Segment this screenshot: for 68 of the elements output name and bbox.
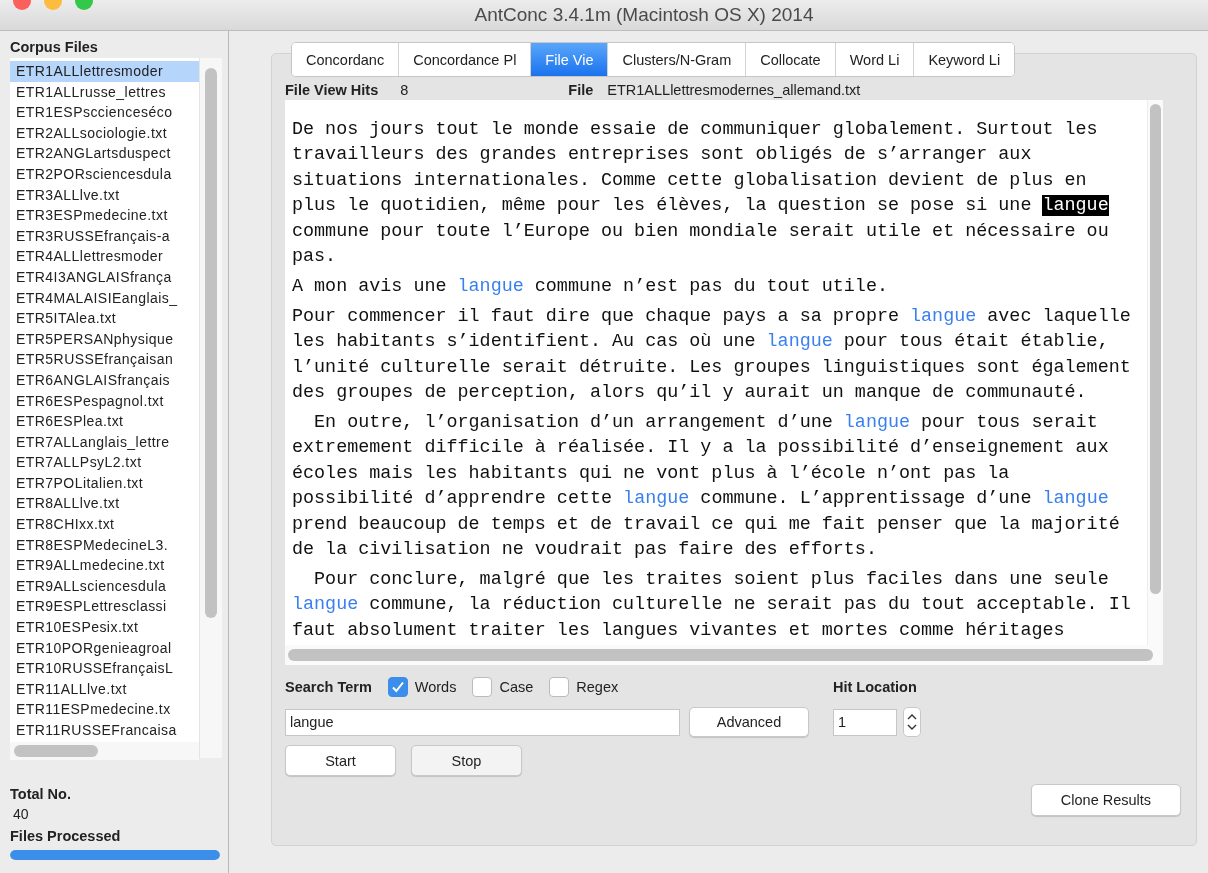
file-list-item[interactable]: ETR3ALLlve.txt (10, 184, 199, 206)
files-processed-label: Files Processed (10, 828, 122, 844)
hits-count: 8 (400, 82, 409, 98)
file-label: File (568, 82, 594, 98)
file-list-item[interactable]: ETR8ALLlve.txt (10, 493, 199, 515)
file-list-item[interactable]: ETR4ALLlettresmoder (10, 246, 199, 267)
file-list-item[interactable]: ETR5ITAlea.txt (10, 308, 199, 329)
search-field[interactable]: langue (285, 708, 680, 736)
file-list-item[interactable]: ETR6ANGLAISfrançais (10, 369, 199, 391)
file-list-item[interactable]: ETR1ESPsccienceséco (10, 102, 199, 123)
check-icon (390, 680, 405, 694)
file-list-item[interactable]: ETR3RUSSEfrançais-a (10, 225, 199, 247)
start-button[interactable]: Start (285, 745, 396, 776)
advanced-button[interactable]: Advanced (689, 707, 809, 737)
clone-results-button[interactable]: Clone Results (1031, 784, 1181, 816)
checkbox[interactable] (387, 677, 408, 697)
window-title: AntConc 3.4.1m (Macintosh OS X) 2014 (474, 4, 814, 26)
file-list-item[interactable]: ETR10ESPesix.txt (10, 617, 199, 638)
file-list-item[interactable]: ETR7ALLanglais_lettre (10, 431, 199, 453)
file-list-item[interactable]: ETR2PORsciencesdula (10, 163, 199, 185)
file-list-item[interactable]: ETR7ALLPsyL2.txt (10, 452, 199, 473)
checkbox[interactable] (549, 677, 570, 697)
horizontal-scrollbar[interactable] (14, 745, 98, 757)
file-list-item[interactable]: ETR1ALLlettresmoder (10, 61, 199, 82)
file-list-item[interactable]: ETR9ESPLettresclassi (10, 596, 199, 618)
file-list-item[interactable]: ETR2ALLsociologie.txt (10, 122, 199, 144)
file-list-item[interactable]: ETR4MALAISIEanglais_ (10, 287, 199, 309)
search-term-label: Search Term (285, 679, 372, 695)
vertical-scrollbar[interactable] (1150, 104, 1161, 594)
file-list-item[interactable]: ETR6ESPlea.txt (10, 411, 199, 432)
hit-location-field[interactable]: 1 (833, 708, 897, 736)
file-list-item[interactable]: ETR9ALLmedecine.txt (10, 555, 199, 576)
total-value: 40 (13, 806, 30, 822)
stop-button[interactable]: Stop (411, 745, 522, 776)
file-list-item[interactable]: ETR7POLitalien.txt (10, 472, 199, 494)
stepper[interactable] (903, 707, 921, 737)
text-paragraph: A mon avis une langue commune n’est pas du tout utile. (292, 274, 889, 299)
text-paragraph: Pour commencer il faut dire que chaque pays a sa propre langue avec laquelle les habitants s’identifient. Au cas où une langue pour tous était établie, l’unité culturelle serait détruite. Les groupes linguistiques sont également des groupes de perception, alors qu’il y aurait un manque de communauté. (292, 304, 1132, 406)
hits-label: File View Hits (285, 82, 379, 98)
file-list-item[interactable]: ETR8ESPMedecineL3. (10, 534, 199, 556)
file-list-item[interactable]: ETR10RUSSEfrançaisL (10, 658, 199, 679)
text-paragraph: Pour conclure, malgré que les traites soient plus faciles dans une seule langue commune, la réduction culturelle ne serait pas du tout acceptable. Il faut absolument traiter les langues vivantes et mortes comme héritages (292, 567, 1132, 643)
file-list-item[interactable]: ETR2ANGLartsduspect (10, 143, 199, 164)
total-label: Total No. (10, 786, 72, 802)
file-list-item[interactable]: ETR4I3ANGLAISfrança (10, 266, 199, 288)
file-list-item[interactable]: ETR3ESPmedecine.txt (10, 205, 199, 226)
checkbox-label: Case (499, 679, 534, 695)
hit-location-label: Hit Location (833, 678, 918, 697)
vertical-scrollbar[interactable] (205, 68, 217, 618)
file-list-item[interactable]: ETR11ESPmedecine.tx (10, 699, 199, 720)
corpus-files-heading: Corpus Files (10, 39, 99, 55)
checkbox[interactable] (472, 677, 493, 697)
file-list-item[interactable]: ETR5PERSANphysique (10, 328, 199, 350)
file-list-item[interactable]: ETR11RUSSEFrancaisa (10, 720, 199, 741)
file-list-item[interactable]: ETR1ALLrusse_lettres (10, 81, 199, 103)
file-list-item[interactable]: ETR9ALLsciencesdula (10, 575, 199, 597)
file-list-item[interactable]: ETR8CHIxx.txt (10, 514, 199, 535)
file-list-item[interactable]: ETR6ESPespagnol.txt (10, 390, 199, 412)
file-list-item[interactable]: ETR5RUSSEfrançaisan (10, 349, 199, 370)
horizontal-scrollbar[interactable] (288, 649, 1153, 661)
checkbox-label: Words (414, 679, 457, 695)
file-list-item[interactable]: ETR11ALLlve.txt (10, 678, 199, 700)
tab[interactable]: Keyword Li (913, 43, 1015, 76)
file-name: ETR1ALLlettresmodernes_allemand.txt (607, 82, 861, 98)
text-paragraph: En outre, l’organisation d’un arrangement d’une langue pour tous serait extremement difficile à réalisée. Il y a la possibilité d’enseignement aux écoles mais les habitants qui ne vont plus à l’école n’ont pas la possibilité d’apprendre cette langue commune. L’apprentissage d’une langue prend beaucoup de temps et de travail ce qui me fait penser que la majorité de la civilisation ne voudrait pas faire des efforts. (292, 410, 1121, 562)
file-list-item[interactable]: ETR10PORgenieagroal (10, 637, 199, 659)
text-paragraph: De nos jours tout le monde essaie de communiquer globalement. Surtout les travailleurs des grandes entreprises sont obligés de s’arranger aux situations internationales. Comme cette globalisation devient de plus en plus le quotidien, même pour les élèves, la question se pose si une langue commune pour toute l’Europe ou bien mondiale serait utile et nécessaire ou pas. (292, 118, 1110, 270)
checkbox-label: Regex (576, 679, 619, 695)
